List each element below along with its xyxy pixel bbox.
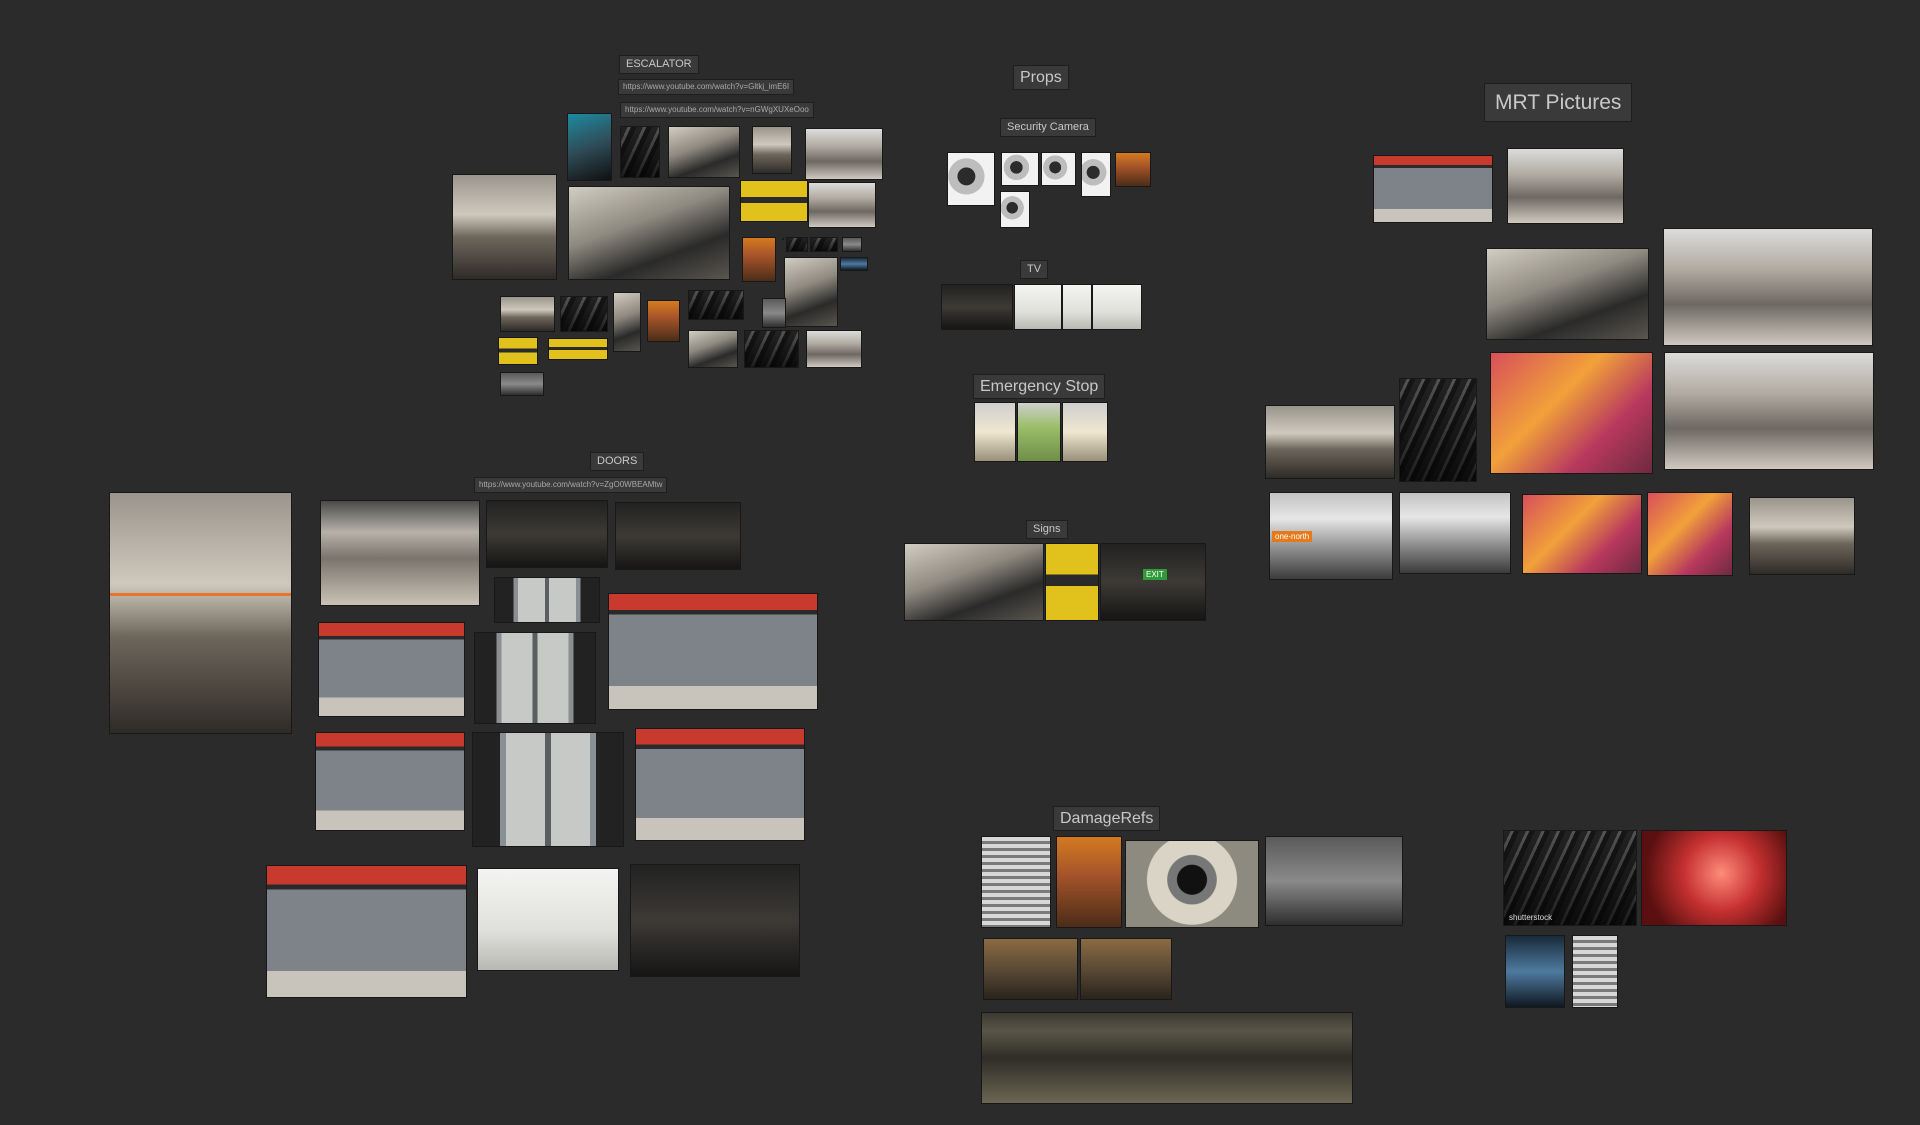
group-label-signs[interactable]: Signs [1026, 520, 1068, 540]
damage-ref-image[interactable] [983, 938, 1078, 1000]
damage-ref-image[interactable] [1080, 938, 1172, 1000]
escalator-ref-image[interactable] [568, 186, 730, 280]
escalator-ref-image[interactable] [744, 330, 799, 368]
damage-ref-image[interactable] [1505, 935, 1565, 1008]
escalator-ref-image[interactable] [786, 237, 808, 252]
mrt-picture[interactable] [1486, 248, 1649, 340]
doors-ref-image[interactable] [486, 500, 608, 568]
sign-image[interactable] [904, 543, 1044, 621]
emergency-stop-image[interactable] [974, 402, 1016, 462]
escalator-ref-image[interactable] [842, 237, 862, 252]
mrt-picture[interactable] [1664, 352, 1874, 470]
sign-image[interactable] [1045, 543, 1099, 621]
escalator-ref-image[interactable] [810, 237, 838, 252]
escalator-url-1[interactable]: https://www.youtube.com/watch?v=Gltkj_im… [618, 79, 795, 95]
escalator-ref-image[interactable] [560, 296, 608, 332]
damage-ref-image[interactable] [1056, 836, 1122, 928]
damage-ref-image[interactable] [981, 836, 1051, 928]
one-north-sign-text: one-north [1272, 531, 1313, 542]
security-camera-image[interactable] [1115, 152, 1151, 187]
mrt-picture[interactable] [1373, 155, 1493, 223]
doors-ref-image[interactable] [635, 728, 805, 841]
escalator-ref-image[interactable] [688, 330, 738, 368]
escalator-ref-image[interactable] [613, 292, 641, 352]
group-label-damagerefs[interactable]: DamageRefs [1053, 806, 1161, 832]
escalator-ref-image[interactable] [806, 330, 862, 368]
escalator-url-2[interactable]: https://www.youtube.com/watch?v=nGWgXUXe… [620, 102, 814, 118]
shutterstock-watermark: shutterstock [1509, 913, 1553, 922]
exit-sign-text: EXIT [1143, 569, 1167, 580]
escalator-ref-image[interactable] [840, 257, 868, 271]
damage-ref-image[interactable] [981, 1012, 1353, 1104]
doors-ref-image[interactable] [477, 868, 619, 971]
emergency-stop-image[interactable] [1062, 402, 1108, 462]
escalator-ref-image[interactable] [647, 300, 680, 342]
doors-ref-image[interactable] [474, 632, 596, 724]
escalator-ref-image[interactable] [784, 257, 838, 327]
tv-image[interactable] [1092, 284, 1142, 330]
doors-ref-image[interactable] [320, 500, 480, 606]
doors-ref-image[interactable] [608, 593, 818, 710]
doors-ref-image[interactable] [315, 732, 465, 831]
escalator-ref-image[interactable] [567, 113, 612, 181]
moodboard-canvas[interactable]: { "groups": { "escalator": {"title": "ES… [0, 0, 1920, 1125]
tv-image[interactable] [941, 284, 1013, 330]
mrt-picture[interactable] [1507, 148, 1624, 224]
security-camera-image[interactable] [947, 152, 995, 206]
damage-ref-image[interactable] [1641, 830, 1787, 926]
mrt-picture[interactable] [1647, 492, 1733, 576]
sign-image[interactable]: EXIT [1100, 543, 1206, 621]
doors-ref-image[interactable] [615, 502, 741, 570]
escalator-ref-image[interactable] [740, 180, 808, 222]
mrt-picture[interactable] [1265, 405, 1395, 479]
tv-image[interactable] [1014, 284, 1062, 330]
emergency-stop-image[interactable] [1017, 402, 1061, 462]
mrt-picture[interactable]: one-north [1269, 492, 1393, 580]
escalator-ref-image[interactable] [498, 337, 538, 365]
escalator-ref-image[interactable] [620, 126, 660, 178]
security-camera-image[interactable] [1000, 191, 1030, 228]
damage-ref-image[interactable] [1572, 935, 1618, 1008]
escalator-ref-image[interactable] [668, 126, 740, 178]
group-label-props[interactable]: Props [1013, 65, 1069, 91]
doors-ref-image[interactable] [630, 864, 800, 977]
mrt-picture[interactable] [1663, 228, 1873, 346]
group-label-emergency-stop[interactable]: Emergency Stop [973, 374, 1106, 400]
escalator-ref-image[interactable] [752, 126, 792, 174]
escalator-ref-image[interactable] [762, 298, 786, 328]
mrt-picture[interactable] [1490, 352, 1653, 474]
escalator-ref-image[interactable] [805, 128, 883, 180]
doors-ref-image[interactable] [266, 865, 467, 998]
damage-ref-image[interactable]: shutterstock [1503, 830, 1637, 926]
doors-ref-image[interactable] [109, 492, 292, 734]
escalator-ref-image[interactable] [808, 182, 876, 228]
mrt-picture[interactable] [1399, 378, 1477, 482]
security-camera-image[interactable] [1081, 152, 1111, 197]
security-camera-image[interactable] [1041, 152, 1076, 186]
group-label-security-camera[interactable]: Security Camera [1000, 118, 1096, 138]
mrt-picture[interactable] [1522, 494, 1642, 574]
group-label-tv[interactable]: TV [1020, 260, 1049, 280]
group-label-escalator[interactable]: ESCALATOR [619, 55, 699, 75]
escalator-ref-image[interactable] [500, 372, 544, 396]
damage-ref-image[interactable] [1125, 840, 1259, 928]
group-label-mrt-pictures[interactable]: MRT Pictures [1484, 83, 1633, 123]
mrt-picture[interactable] [1749, 497, 1855, 575]
escalator-ref-image[interactable] [782, 238, 784, 240]
doors-ref-image[interactable] [318, 622, 465, 717]
security-camera-image[interactable] [1001, 152, 1039, 186]
doors-ref-image[interactable] [494, 577, 600, 623]
escalator-ref-image[interactable] [688, 290, 744, 320]
escalator-ref-image[interactable] [742, 237, 776, 282]
group-label-doors[interactable]: DOORS [590, 452, 645, 472]
mrt-picture[interactable] [1399, 492, 1511, 574]
damage-ref-image[interactable] [1265, 836, 1403, 926]
escalator-ref-image[interactable] [500, 296, 555, 332]
escalator-ref-image[interactable] [548, 338, 608, 360]
tv-image[interactable] [1062, 284, 1092, 330]
doors-url-1[interactable]: https://www.youtube.com/watch?v=ZgO0WBEA… [474, 477, 668, 493]
escalator-ref-image[interactable] [452, 174, 557, 280]
doors-ref-image[interactable] [472, 732, 624, 847]
